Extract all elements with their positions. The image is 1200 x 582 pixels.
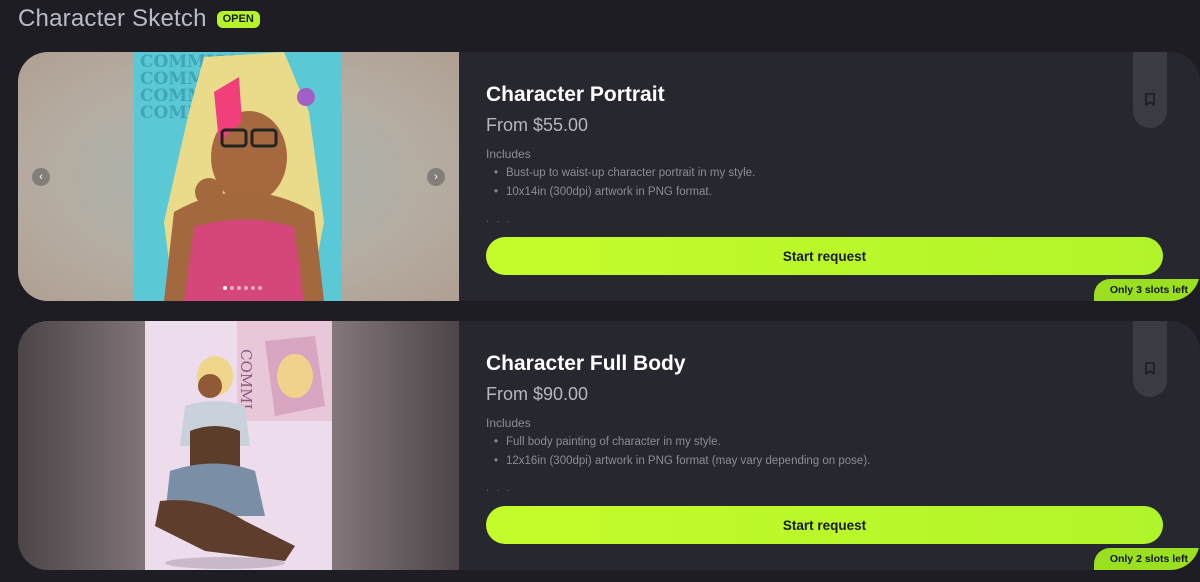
carousel-dot[interactable] (230, 286, 234, 290)
bookmark-icon (1145, 362, 1155, 375)
bookmark-button[interactable] (1133, 321, 1167, 397)
features-list: Full body painting of character in my st… (494, 433, 870, 471)
carousel-dots (223, 286, 262, 290)
chevron-right-icon: › (434, 171, 438, 183)
image-preview: COMMI (18, 321, 459, 570)
card-title: Character Full Body (486, 352, 686, 375)
more-ellipsis: · · · (486, 485, 512, 496)
page-header: Character Sketch OPEN (18, 4, 260, 34)
includes-label: Includes (486, 147, 531, 161)
feature-item: Full body painting of character in my st… (494, 433, 870, 452)
carousel-dot[interactable] (258, 286, 262, 290)
feature-item: 12x16in (300dpi) artwork in PNG format (… (494, 452, 870, 471)
includes-label: Includes (486, 416, 531, 430)
commission-artwork-image: COMMISSION COMMISSION COMMISSION COMMISS… (134, 52, 342, 301)
carousel-dot[interactable] (237, 286, 241, 290)
feature-item: 10x14in (300dpi) artwork in PNG format. (494, 183, 755, 202)
slots-remaining-badge: Only 3 slots left (1093, 279, 1200, 301)
status-badge: OPEN (216, 10, 260, 28)
commission-card-portrait[interactable]: COMMISSION COMMISSION COMMISSION COMMISS… (18, 52, 1200, 301)
card-title: Character Portrait (486, 83, 665, 106)
start-request-button[interactable]: Start request (486, 506, 1163, 544)
chevron-left-icon: ‹ (39, 171, 43, 183)
start-request-button[interactable]: Start request (486, 237, 1163, 275)
page-title: Character Sketch (18, 5, 207, 32)
price-label: From $90.00 (486, 384, 589, 404)
slots-remaining-badge: Only 2 slots left (1093, 548, 1200, 570)
carousel-dot[interactable] (251, 286, 255, 290)
bookmark-button[interactable] (1133, 52, 1167, 128)
features-list: Bust-up to waist-up character portrait i… (494, 164, 755, 202)
image-carousel[interactable]: COMMISSION COMMISSION COMMISSION COMMISS… (18, 52, 459, 301)
more-ellipsis: · · · (486, 216, 512, 227)
commission-artwork-image: COMMI (145, 321, 332, 570)
carousel-prev-button[interactable]: ‹ (32, 168, 50, 186)
bookmark-icon (1145, 93, 1155, 106)
carousel-dot[interactable] (244, 286, 248, 290)
carousel-next-button[interactable]: › (427, 168, 445, 186)
card-content: Character Full Body From $90.00 Includes… (486, 321, 1163, 570)
price-label: From $55.00 (486, 115, 589, 135)
card-content: Character Portrait From $55.00 Includes … (486, 52, 1163, 301)
commission-card-full-body[interactable]: COMMI Character Full Body From $90.00 In… (18, 321, 1200, 570)
feature-item: Bust-up to waist-up character portrait i… (494, 164, 755, 183)
artwork-watermark-text: COMMI (237, 349, 255, 409)
carousel-dot[interactable] (223, 286, 227, 290)
